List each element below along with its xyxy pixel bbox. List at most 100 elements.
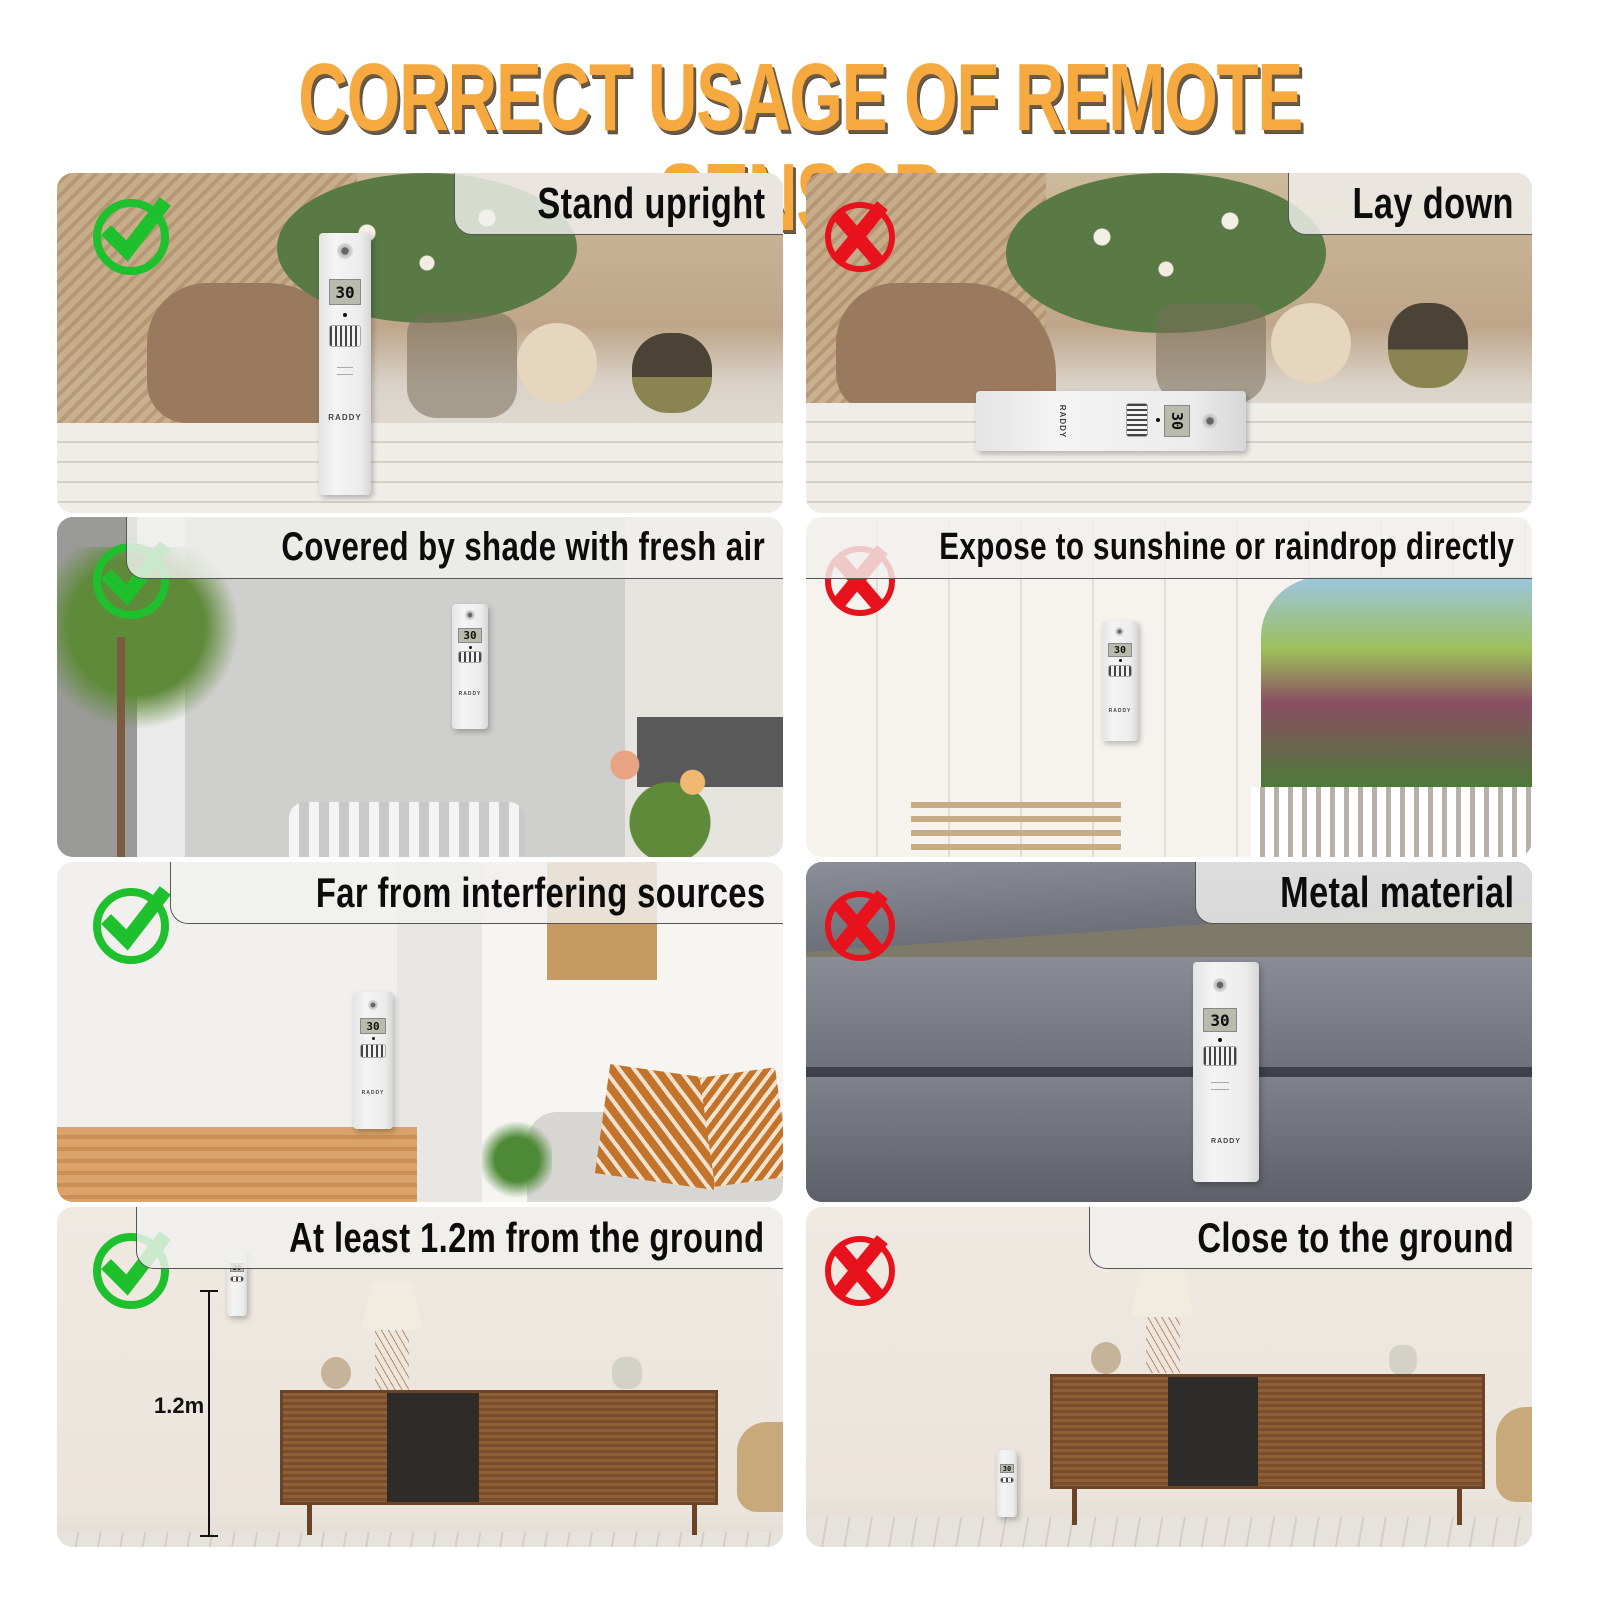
sensor-brand: RADDY (458, 691, 482, 697)
sensor-lens (1115, 627, 1124, 636)
sensor-lcd: 30 (458, 628, 482, 643)
sideboard-open-shelf (387, 1393, 479, 1502)
sensor-vent (329, 325, 361, 347)
armchair (737, 1422, 783, 1512)
label-box: Expose to sunshine or raindrop directly (806, 517, 1532, 579)
sensor-vent (1000, 1477, 1014, 1483)
panel-label: Covered by shade with fresh air (281, 525, 765, 569)
sensor-lens (368, 1000, 378, 1010)
sideboard-open-shelf (1168, 1377, 1258, 1486)
sensor-brand: RADDY (328, 413, 362, 422)
label-box: Covered by shade with fresh air (125, 517, 783, 579)
sensor-lcd: 30 (360, 1018, 386, 1034)
remote-sensor: 30 RADDY (452, 604, 488, 729)
sensor-lcd: 30 (1108, 643, 1132, 657)
label-box: Stand upright (453, 173, 783, 235)
glass-vase (407, 313, 517, 418)
porch-railing (1251, 787, 1532, 857)
glass-vase (1156, 303, 1266, 403)
lamp-shade (1131, 1267, 1193, 1317)
sensor-vent (458, 651, 482, 663)
sensor-lens (1202, 413, 1218, 429)
lamp-base (1146, 1317, 1180, 1373)
panel-label: Close to the ground (1197, 1213, 1514, 1261)
sensor-led (372, 1037, 375, 1040)
remote-sensor: 30 RADDY (319, 233, 371, 495)
check-circle-icon (93, 197, 171, 275)
remote-sensor: 30 RADDY (1193, 962, 1259, 1182)
sensor-vent (1203, 1046, 1237, 1066)
panel-metal-material: 30 RADDY Metal material (806, 862, 1532, 1202)
sensor-vent (230, 1276, 244, 1282)
sensor-lcd: 30 (329, 279, 361, 305)
sideboard (280, 1390, 718, 1505)
dark-pot (1388, 303, 1468, 388)
sensor-lcd: 30 (1000, 1464, 1014, 1473)
tree-trunk (117, 637, 125, 857)
sensor-grill (1211, 1082, 1229, 1090)
height-measure-cap-top (200, 1290, 218, 1292)
remote-sensor: 30 RADDY (1102, 621, 1138, 741)
panel-label: Stand upright (536, 178, 765, 228)
panel-label: At least 1.2m from the ground (289, 1213, 765, 1261)
panel-label: Metal material (1279, 867, 1514, 917)
panel-label: Far from interfering sources (315, 868, 765, 916)
x-circle-icon (825, 890, 895, 961)
label-box: Metal material (1194, 862, 1532, 924)
vase-branches (612, 1357, 642, 1389)
sensor-led (1156, 418, 1160, 422)
sensor-vent (360, 1044, 386, 1058)
panel-stand-upright: 30 RADDY Stand upright (57, 173, 783, 513)
sensor-vent (1108, 665, 1132, 677)
label-box: Lay down (1288, 173, 1532, 235)
sensor-brand: RADDY (1058, 404, 1068, 439)
sensor-led (1119, 659, 1122, 662)
sensor-brand: RADDY (361, 1090, 385, 1096)
sideboard-legs (307, 1505, 697, 1535)
label-box: Far from interfering sources (169, 862, 783, 924)
height-measure-line (208, 1291, 210, 1536)
sensor-brand: RADDY (1108, 708, 1132, 714)
white-bench (289, 802, 525, 857)
bamboo-chair (911, 802, 1121, 857)
check-circle-icon (93, 886, 171, 964)
sensor-vent (1126, 403, 1148, 437)
sensor-grill (337, 367, 353, 375)
rattan-ball (1271, 303, 1351, 383)
height-measure-label: 1.2m (154, 1393, 205, 1418)
x-circle-icon (825, 201, 895, 272)
sensor-lens (465, 610, 475, 620)
fence-slat-3 (806, 1077, 1532, 1202)
label-box: At least 1.2m from the ground (136, 1207, 783, 1269)
panel-covered-by-shade: 30 RADDY Covered by shade with fresh air (57, 517, 783, 857)
cushion-2 (699, 1067, 783, 1187)
decor-ball (321, 1357, 351, 1389)
remote-sensor-lying: RADDY 30 (976, 391, 1246, 451)
panel-lay-down: RADDY 30 Lay down (806, 173, 1532, 513)
dark-pot (632, 333, 712, 413)
height-measure-cap-bottom (200, 1535, 218, 1537)
sensor-led (343, 313, 347, 317)
lamp-base (375, 1330, 409, 1390)
sensor-lcd: 30 (1164, 405, 1190, 437)
remote-sensor: 30 RADDY (353, 992, 393, 1129)
panel-close-to-ground: 30 Close to the ground (806, 1207, 1532, 1547)
tulips (557, 742, 783, 857)
panel-label: Lay down (1352, 178, 1514, 228)
sideboard (1050, 1374, 1485, 1489)
fence-gap (806, 1067, 1532, 1077)
sensor-lens (337, 243, 353, 259)
plant (482, 1117, 552, 1202)
armchair (1496, 1407, 1532, 1502)
wooden-table (57, 1127, 417, 1202)
panel-label: Expose to sunshine or raindrop directly (938, 526, 1514, 568)
vase-branches (1389, 1345, 1417, 1375)
table-top (57, 423, 783, 513)
label-box: Close to the ground (1088, 1207, 1532, 1269)
sensor-lens (1213, 978, 1227, 992)
rattan-ball (517, 323, 597, 403)
sideboard-legs (1072, 1489, 1462, 1525)
sensor-brand: RADDY (1211, 1138, 1241, 1145)
panel-far-from-interference: 30 RADDY Far from interfering sources (57, 862, 783, 1202)
fence-slat-2 (806, 957, 1532, 1067)
